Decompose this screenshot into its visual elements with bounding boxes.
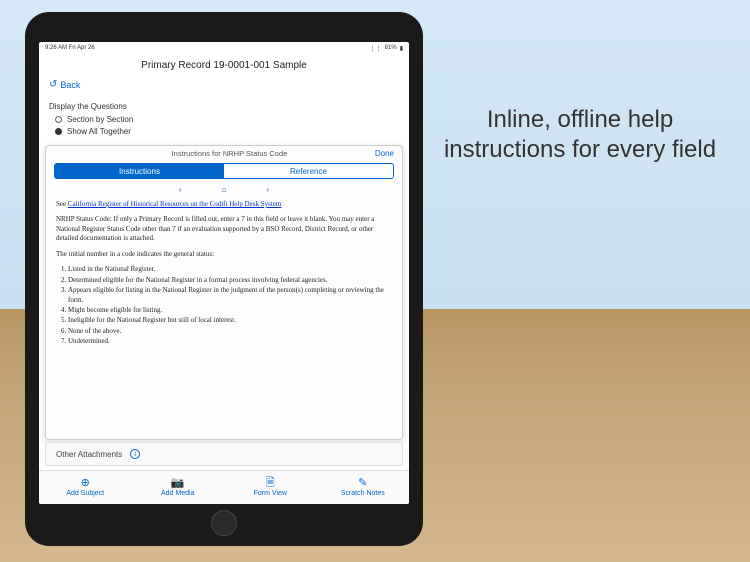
attachments-label: Other Attachments	[56, 450, 122, 459]
help-para-1: NRHP Status Code: If only a Primary Reco…	[56, 215, 392, 243]
status-time: 9:26 AM Fri Apr 26	[45, 45, 95, 51]
nav-prev-icon[interactable]: ‹	[179, 185, 182, 194]
battery-text: 81%	[385, 45, 397, 51]
tab-instructions[interactable]: Instructions	[55, 164, 224, 178]
radio-label: Show All Together	[67, 127, 131, 136]
display-questions-label: Display the Questions	[49, 102, 399, 111]
see-prefix: See	[56, 200, 68, 208]
nav-home-icon[interactable]: ⌂	[222, 185, 227, 194]
toolbar-add-subject[interactable]: ⊕ Add Subject	[39, 471, 132, 504]
page-title: Primary Record 19-0001-001 Sample	[39, 54, 409, 77]
plus-circle-icon: ⊕	[81, 478, 90, 489]
help-nav: ‹ ⌂ ›	[46, 183, 402, 196]
list-item: Might become eligible for listing.	[68, 306, 392, 315]
help-link[interactable]: California Register of Historical Resour…	[68, 200, 281, 208]
help-modal: Instructions for NRHP Status Code Done I…	[45, 145, 403, 440]
toolbar-add-media[interactable]: 📷 Add Media	[132, 471, 225, 504]
ipad-home-button	[211, 510, 237, 536]
nav-next-icon[interactable]: ›	[266, 185, 269, 194]
ipad-device-frame: 9:26 AM Fri Apr 26 ⋮⋮ 81% ▮ Primary Reco…	[25, 12, 423, 546]
pencil-icon: ✎	[358, 478, 367, 489]
status-code-list: Listed in the National Register. Determi…	[68, 265, 392, 347]
radio-icon-filled	[55, 128, 62, 135]
list-item: Determined eligible for the National Reg…	[68, 276, 392, 285]
toolbar-label: Add Subject	[66, 490, 104, 497]
segmented-control: Instructions Reference	[54, 163, 394, 179]
back-arrow-icon: ↺	[49, 79, 57, 90]
radio-icon	[55, 116, 62, 123]
back-label: Back	[60, 80, 80, 90]
modal-title: Instructions for NRHP Status Code	[84, 149, 375, 158]
info-icon[interactable]: i	[130, 449, 140, 459]
toolbar-scratch-notes[interactable]: ✎ Scratch Notes	[317, 471, 410, 504]
toolbar-form-view[interactable]: 🗎 Form View	[224, 471, 317, 504]
modal-body: See California Register of Historical Re…	[46, 196, 402, 439]
marketing-headline: Inline, offline help instructions for ev…	[440, 105, 720, 165]
display-questions-section: Display the Questions Section by Section…	[39, 98, 409, 143]
modal-header: Instructions for NRHP Status Code Done	[46, 146, 402, 161]
tab-reference[interactable]: Reference	[224, 164, 393, 178]
list-item: Appears eligible for listing in the Nati…	[68, 286, 392, 305]
back-button[interactable]: ↺ Back	[39, 77, 409, 98]
radio-section-by-section[interactable]: Section by Section	[55, 115, 399, 124]
status-bar: 9:26 AM Fri Apr 26 ⋮⋮ 81% ▮	[39, 42, 409, 54]
toolbar-label: Form View	[254, 490, 287, 497]
wifi-icon: ⋮⋮	[370, 45, 382, 52]
toolbar-label: Add Media	[161, 490, 194, 497]
list-item: Undetermined.	[68, 337, 392, 346]
help-para-2: The initial number in a code indicates t…	[56, 250, 392, 259]
list-item: Listed in the National Register.	[68, 265, 392, 274]
bottom-toolbar: ⊕ Add Subject 📷 Add Media 🗎 Form View ✎ …	[39, 470, 409, 504]
other-attachments-row[interactable]: Other Attachments i	[45, 442, 403, 466]
battery-icon: ▮	[400, 45, 403, 52]
document-icon: 🗎	[266, 478, 275, 489]
list-item: None of the above.	[68, 327, 392, 336]
radio-label: Section by Section	[67, 115, 133, 124]
radio-show-all-together[interactable]: Show All Together	[55, 127, 399, 136]
done-button[interactable]: Done	[375, 149, 394, 158]
camera-icon: 📷	[171, 478, 185, 489]
toolbar-label: Scratch Notes	[341, 490, 385, 497]
list-item: Ineligible for the National Register but…	[68, 316, 392, 325]
ipad-screen: 9:26 AM Fri Apr 26 ⋮⋮ 81% ▮ Primary Reco…	[39, 42, 409, 504]
